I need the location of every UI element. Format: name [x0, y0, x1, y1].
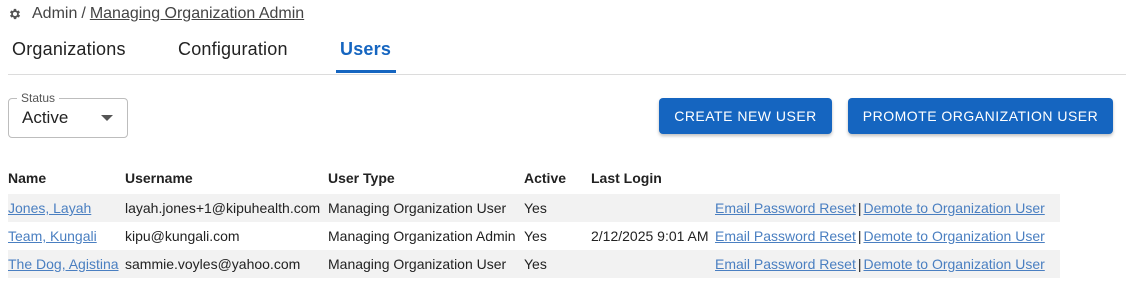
username-cell: kipu@kungali.com [125, 228, 240, 244]
row-actions: Email Password Reset | Demote to Organizat… [715, 200, 1045, 216]
breadcrumb: Admin / Managing Organization Admin [8, 4, 304, 24]
email-password-reset-link[interactable]: Email Password Reset [715, 200, 856, 216]
tab-users[interactable]: Users [340, 39, 391, 60]
column-header-last-login: Last Login [591, 170, 662, 186]
status-select[interactable]: Status Active [8, 91, 128, 138]
active-cell: Yes [524, 200, 547, 216]
table-row: Team, Kungali kipu@kungali.com Managing … [8, 222, 1060, 250]
demote-user-link[interactable]: Demote to Organization User [863, 228, 1044, 244]
column-header-username: Username [125, 170, 193, 186]
last-login-cell: 2/12/2025 9:01 AM [591, 228, 709, 244]
breadcrumb-root: Admin [32, 5, 78, 22]
action-divider: | [857, 256, 862, 272]
table-row: Jones, Layah layah.jones+1@kipuhealth.co… [8, 194, 1060, 222]
status-select-value: Active [22, 108, 69, 127]
tab-configuration[interactable]: Configuration [178, 39, 288, 60]
gear-icon [8, 7, 22, 21]
chevron-down-icon [101, 115, 113, 121]
tab-bar: Organizations Configuration Users [8, 32, 1126, 75]
create-new-user-button[interactable]: CREATE NEW USER [659, 98, 832, 134]
email-password-reset-link[interactable]: Email Password Reset [715, 228, 856, 244]
user-type-cell: Managing Organization Admin [328, 228, 516, 244]
email-password-reset-link[interactable]: Email Password Reset [715, 256, 856, 272]
column-header-user-type: User Type [328, 170, 395, 186]
user-name-link[interactable]: Team, Kungali [8, 228, 97, 244]
username-cell: sammie.voyles@yahoo.com [125, 256, 301, 272]
demote-user-link[interactable]: Demote to Organization User [863, 200, 1044, 216]
user-name-link[interactable]: Jones, Layah [8, 200, 91, 216]
status-select-label: Status [17, 91, 60, 105]
user-type-cell: Managing Organization User [328, 256, 507, 272]
active-cell: Yes [524, 256, 547, 272]
tab-organizations[interactable]: Organizations [12, 39, 126, 60]
breadcrumb-current-link[interactable]: Managing Organization Admin [90, 5, 304, 23]
column-header-name: Name [8, 170, 47, 186]
username-cell: layah.jones+1@kipuhealth.com [125, 200, 321, 216]
active-cell: Yes [524, 228, 547, 244]
action-divider: | [857, 200, 862, 216]
action-divider: | [857, 228, 862, 244]
row-actions: Email Password Reset | Demote to Organizat… [715, 228, 1045, 244]
table-row: The Dog, Agistina sammie.voyles@yahoo.co… [8, 250, 1060, 278]
active-tab-indicator [336, 70, 396, 73]
user-type-cell: Managing Organization User [328, 200, 507, 216]
user-name-link[interactable]: The Dog, Agistina [8, 256, 119, 272]
row-actions: Email Password Reset | Demote to Organizat… [715, 256, 1045, 272]
promote-organization-user-button[interactable]: PROMOTE ORGANIZATION USER [848, 98, 1113, 134]
demote-user-link[interactable]: Demote to Organization User [863, 256, 1044, 272]
breadcrumb-separator: / [81, 5, 86, 22]
column-header-active: Active [524, 170, 567, 186]
